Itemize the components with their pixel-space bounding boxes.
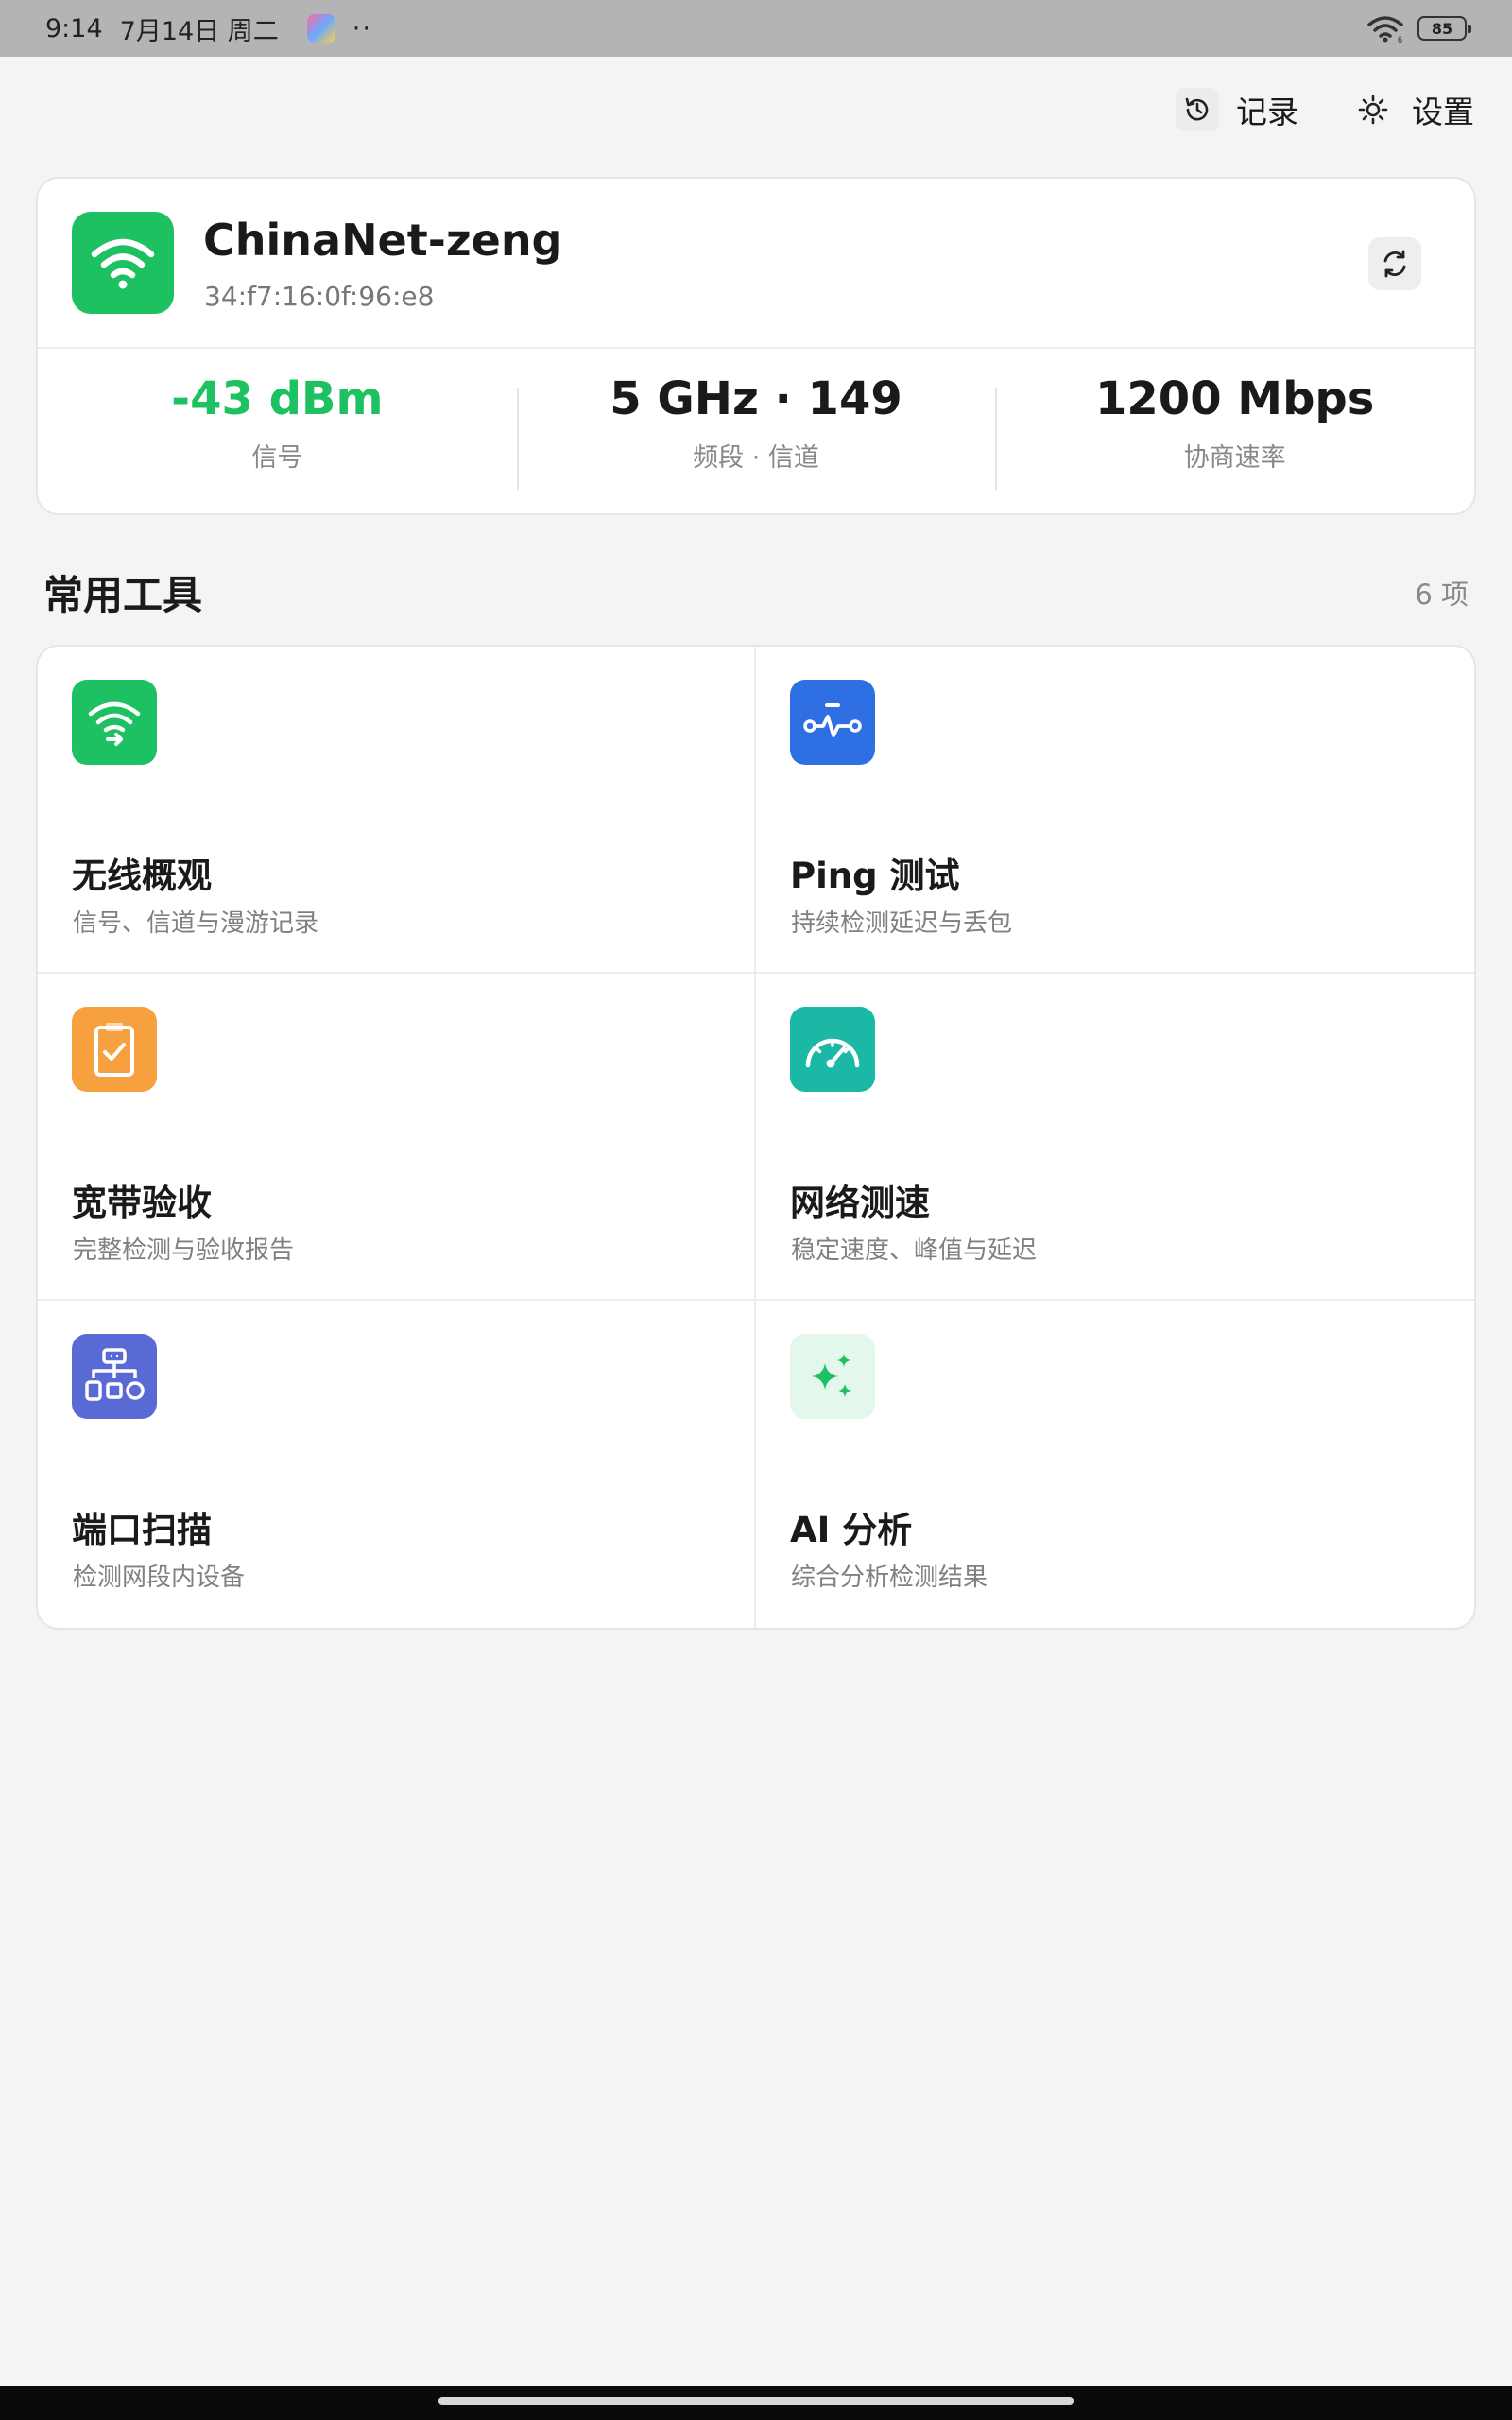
- tool-name: Ping 测试: [790, 856, 960, 896]
- game-app-icon: [306, 14, 335, 43]
- status-time: 9:14: [45, 13, 103, 43]
- signal-label: 信号: [251, 442, 303, 473]
- tool-ai-analysis[interactable]: AI 分析 综合分析检测结果: [756, 1301, 1474, 1628]
- svg-text:6: 6: [1398, 35, 1402, 43]
- stat-signal: -43 dBm 信号: [38, 372, 517, 474]
- tool-name: 宽带验收: [72, 1183, 212, 1223]
- signal-value: -43 dBm: [171, 372, 384, 425]
- band-channel-value: 5 GHz · 149: [610, 372, 902, 425]
- tool-desc: 检测网段内设备: [73, 1564, 246, 1592]
- battery-level: 85: [1431, 19, 1453, 38]
- tool-speed-test[interactable]: 网络测速 稳定速度、峰值与延迟: [756, 974, 1474, 1301]
- tool-name: 无线概观: [72, 856, 212, 896]
- tool-name: 端口扫描: [72, 1510, 212, 1550]
- tool-name: AI 分析: [790, 1510, 913, 1550]
- clipboard-check-icon: [72, 1007, 157, 1092]
- refresh-button[interactable]: [1368, 237, 1421, 290]
- wifi-icon: [72, 680, 157, 765]
- status-bar: 9:14 7月14日 周二 ·· 6 85: [0, 0, 1512, 57]
- link-rate-label: 协商速率: [1183, 442, 1286, 473]
- history-icon: [1176, 88, 1219, 131]
- tool-wireless-overview[interactable]: 无线概观 信号、信道与漫游记录: [38, 647, 756, 974]
- wifi-icon: [72, 212, 174, 314]
- band-channel-label: 频段 · 信道: [693, 442, 819, 473]
- speedometer-icon: [790, 1007, 875, 1092]
- network-ssid: ChinaNet-zeng: [203, 215, 563, 266]
- section-title: 常用工具: [43, 572, 203, 618]
- stat-link-rate: 1200 Mbps 协商速率: [995, 372, 1474, 490]
- history-button[interactable]: 记录: [1176, 87, 1298, 132]
- more-notifications-dots: ··: [352, 13, 372, 43]
- tools-grid: 无线概观 信号、信道与漫游记录 Ping 测试 持续检测延迟与丢包 宽带验收 完…: [36, 645, 1476, 1630]
- network-header: ChinaNet-zeng 34:f7:16:0f:96:e8: [38, 179, 1474, 349]
- battery-indicator: 85: [1418, 16, 1471, 41]
- gear-icon: [1351, 88, 1395, 131]
- settings-button[interactable]: 设置: [1351, 87, 1474, 132]
- history-label: 记录: [1236, 94, 1298, 130]
- tool-broadband-acceptance[interactable]: 宽带验收 完整检测与验收报告: [38, 974, 756, 1301]
- tool-desc: 完整检测与验收报告: [73, 1236, 295, 1265]
- status-date: 7月14日 周二: [119, 16, 279, 46]
- tool-desc: 信号、信道与漫游记录: [73, 909, 319, 938]
- settings-label: 设置: [1412, 94, 1474, 130]
- stat-band-channel: 5 GHz · 149 频段 · 信道: [516, 372, 996, 490]
- network-stats: -43 dBm 信号 5 GHz · 149 频段 · 信道 1200 Mbps…: [38, 349, 1474, 513]
- home-gesture-handle[interactable]: [438, 2397, 1074, 2405]
- tool-ping-test[interactable]: Ping 测试 持续检测延迟与丢包: [756, 647, 1474, 974]
- header-actions: 记录 设置: [1176, 87, 1474, 132]
- wifi-status-icon: 6: [1367, 16, 1403, 43]
- navigation-bar: [0, 2386, 1512, 2420]
- network-topology-icon: [72, 1334, 157, 1419]
- tool-port-scan[interactable]: 端口扫描 检测网段内设备: [38, 1301, 756, 1628]
- tool-name: 网络测速: [790, 1183, 930, 1223]
- refresh-icon: [1383, 250, 1406, 278]
- link-rate-value: 1200 Mbps: [1095, 372, 1375, 425]
- tool-desc: 综合分析检测结果: [791, 1564, 988, 1592]
- sparkles-icon: [790, 1334, 875, 1419]
- tool-desc: 稳定速度、峰值与延迟: [791, 1236, 1038, 1265]
- pulse-icon: [790, 680, 875, 765]
- tool-desc: 持续检测延迟与丢包: [791, 909, 1013, 938]
- section-count: 6 项: [1415, 579, 1469, 611]
- network-bssid: 34:f7:16:0f:96:e8: [204, 281, 435, 312]
- network-info-card: ChinaNet-zeng 34:f7:16:0f:96:e8 -43 dBm …: [36, 177, 1476, 515]
